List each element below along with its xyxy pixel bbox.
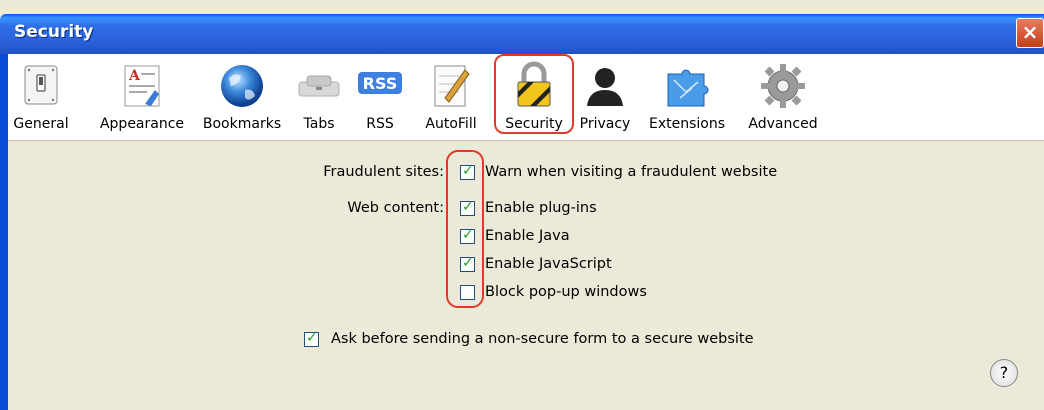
web-content-label: Web content: bbox=[347, 200, 444, 216]
ask-nonsecure-form-label: Ask before sending a non-secure form to … bbox=[331, 331, 754, 347]
toolbar-item-bookmarks[interactable]: Bookmarks bbox=[198, 60, 286, 132]
switch-icon bbox=[24, 65, 58, 105]
toolbar-label-tabs: Tabs bbox=[303, 116, 335, 132]
close-button[interactable]: × bbox=[1016, 18, 1044, 48]
globe-icon bbox=[221, 65, 263, 107]
help-button[interactable]: ? bbox=[990, 359, 1018, 387]
toolbar-label-advanced: Advanced bbox=[748, 116, 818, 132]
toolbar-label-privacy: Privacy bbox=[579, 116, 631, 132]
tabs-icon bbox=[298, 75, 340, 97]
warn-fraudulent-checkbox[interactable]: ✓ bbox=[460, 163, 475, 180]
toolbar-item-rss[interactable]: RSS RSS bbox=[354, 60, 406, 132]
gear-icon bbox=[761, 64, 805, 108]
toolbar-item-autofill[interactable]: AutoFill bbox=[418, 60, 484, 132]
close-icon: × bbox=[1021, 20, 1039, 44]
preferences-window: Security × General A Appearance Bookmark… bbox=[0, 0, 1044, 410]
svg-text:RSS: RSS bbox=[363, 74, 398, 93]
toolbar-item-extensions[interactable]: Extensions bbox=[642, 60, 732, 132]
toolbar-item-advanced[interactable]: Advanced bbox=[742, 60, 824, 132]
toolbar-label-appearance: Appearance bbox=[99, 116, 185, 132]
toolbar-item-appearance[interactable]: A Appearance bbox=[94, 60, 190, 132]
toolbar-item-privacy[interactable]: Privacy bbox=[578, 60, 632, 132]
enable-javascript-checkbox[interactable]: ✓ bbox=[460, 255, 475, 272]
svg-text:A: A bbox=[128, 68, 141, 84]
checkmark-icon: ✓ bbox=[462, 163, 474, 179]
autofill-icon bbox=[434, 65, 470, 107]
lock-icon bbox=[517, 61, 551, 107]
help-icon: ? bbox=[999, 363, 1009, 382]
checkmark-icon: ✓ bbox=[462, 227, 474, 243]
toolbar-label-security: Security bbox=[505, 116, 563, 132]
toolbar-label-bookmarks: Bookmarks bbox=[202, 116, 282, 132]
fraudulent-sites-label: Fraudulent sites: bbox=[323, 164, 444, 180]
toolbar-label-extensions: Extensions bbox=[648, 116, 726, 132]
warn-fraudulent-label: Warn when visiting a fraudulent website bbox=[485, 164, 778, 180]
puzzle-circuit-icon bbox=[667, 69, 709, 107]
title-bar: Security × bbox=[0, 14, 1044, 54]
rss-icon: RSS bbox=[358, 72, 402, 94]
enable-java-checkbox[interactable]: ✓ bbox=[460, 227, 475, 244]
window-border bbox=[0, 54, 8, 410]
toolbar-item-general[interactable]: General bbox=[10, 60, 72, 132]
window-title: Security bbox=[14, 22, 94, 42]
checkmark-icon: ✓ bbox=[306, 330, 318, 346]
preferences-toolbar: General A Appearance Bookmarks Tabs RSS … bbox=[8, 54, 1044, 141]
appearance-icon: A bbox=[124, 65, 160, 107]
enable-javascript-label: Enable JavaScript bbox=[485, 256, 612, 272]
enable-plugins-label: Enable plug-ins bbox=[485, 200, 597, 216]
toolbar-item-security[interactable]: Security bbox=[494, 54, 574, 134]
checkmark-icon: ✓ bbox=[462, 255, 474, 271]
checkmark-icon: ✓ bbox=[462, 199, 474, 215]
toolbar-label-general: General bbox=[13, 116, 69, 132]
block-popups-label: Block pop-up windows bbox=[485, 284, 647, 300]
person-silhouette-icon bbox=[587, 68, 623, 106]
toolbar-label-autofill: AutoFill bbox=[425, 116, 477, 132]
toolbar-item-tabs[interactable]: Tabs bbox=[294, 60, 344, 132]
enable-plugins-checkbox[interactable]: ✓ bbox=[460, 199, 475, 216]
toolbar-label-rss: RSS bbox=[366, 116, 394, 132]
enable-java-label: Enable Java bbox=[485, 228, 570, 244]
block-popups-checkbox[interactable] bbox=[460, 285, 475, 300]
ask-nonsecure-form-checkbox[interactable]: ✓ bbox=[304, 330, 319, 347]
